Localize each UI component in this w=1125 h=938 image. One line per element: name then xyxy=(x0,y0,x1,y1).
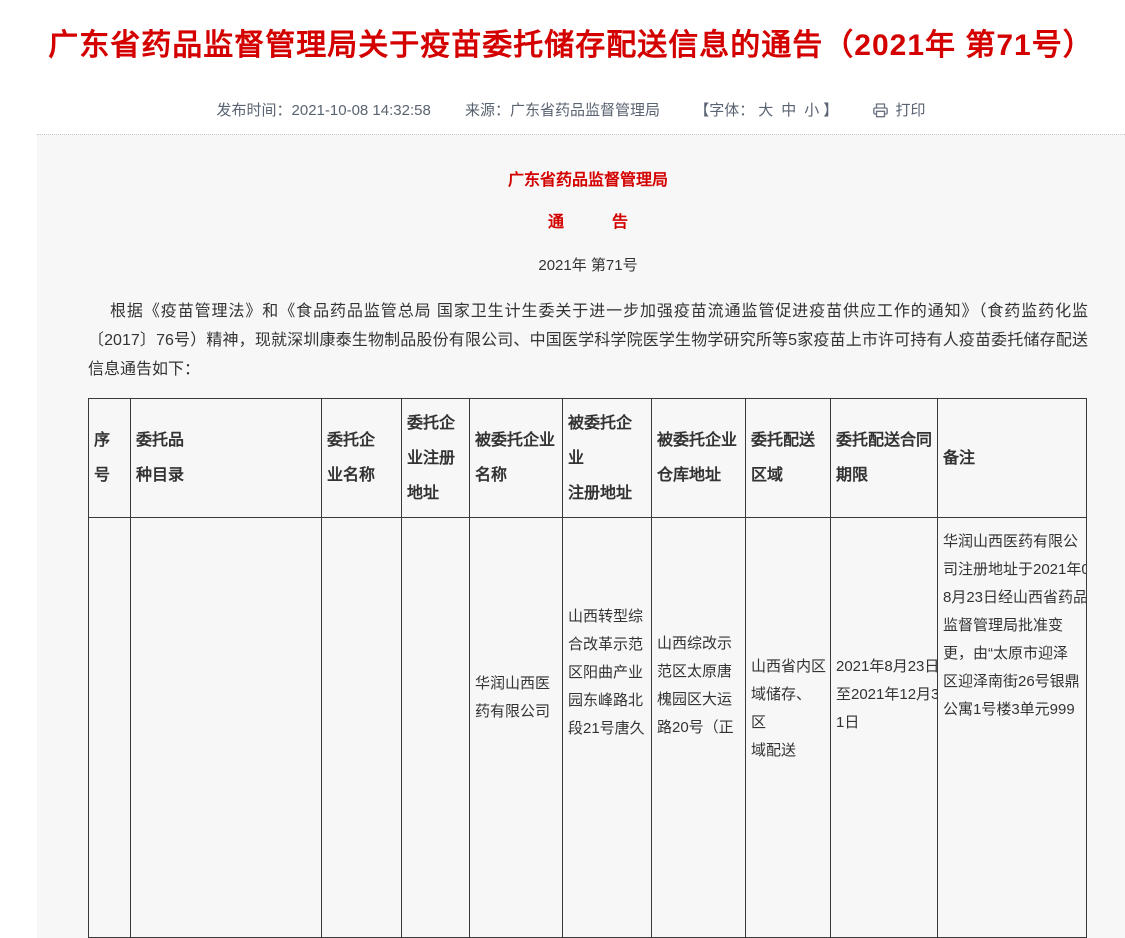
article-header: 广东省药品监督管理局关于疫苗委托储存配送信息的通告（2021年 第71号） 发布… xyxy=(0,0,1125,119)
col-header-trustee-reg-address: 被委托企 业 注册地址 xyxy=(563,399,652,518)
cell-remarks: 华润山西医药有限公 司注册地址于2021年0 8月23日经山西省药品 监督管理局… xyxy=(938,518,1087,938)
intro-paragraph: 根据《疫苗管理法》和《食品药品监管总局 国家卫生计生委关于进一步加强疫苗流通监管… xyxy=(88,297,1088,384)
font-large-link[interactable]: 大 xyxy=(758,102,773,119)
source-label: 来源： xyxy=(465,102,510,119)
col-header-contract-period: 委托配送合同 期限 xyxy=(831,399,938,518)
page-title: 广东省药品监督管理局关于疫苗委托储存配送信息的通告（2021年 第71号） xyxy=(37,26,1105,66)
publish-time-value: 2021-10-08 14:32:58 xyxy=(292,102,431,119)
print-button[interactable]: 打印 xyxy=(872,102,925,119)
doc-number: 2021年 第71号 xyxy=(88,258,1088,273)
source-value: 广东省药品监督管理局 xyxy=(510,102,660,119)
table-row: 华润山西医 药有限公司 山西转型综 合改革示范 区阳曲产业 园东峰路北 段21号… xyxy=(89,518,1087,938)
col-header-remarks: 备注 xyxy=(938,399,1087,518)
notice-type-heading: 通 告 xyxy=(88,215,1088,231)
print-label: 打印 xyxy=(895,102,925,119)
font-small-link[interactable]: 小 xyxy=(804,102,819,119)
meta-bar: 发布时间：2021-10-08 14:32:58 来源：广东省药品监督管理局 【… xyxy=(37,102,1105,119)
col-header-catalog: 委托品 种目录 xyxy=(131,399,322,518)
source: 来源：广东省药品监督管理局 xyxy=(465,103,660,119)
cell-delivery-region: 山西省内区 域储存、区 域配送 xyxy=(746,518,831,938)
table-header-row: 序 号 委托品 种目录 委托企 业名称 委托企 业注册 地址 被委托企业 名称 … xyxy=(89,399,1087,518)
cell-trustee-reg-address: 山西转型综 合改革示范 区阳曲产业 园东峰路北 段21号唐久 xyxy=(563,518,652,938)
col-header-trustee-warehouse: 被委托企业 仓库地址 xyxy=(652,399,746,518)
col-header-client-name: 委托企 业名称 xyxy=(322,399,402,518)
cell-client-reg-address xyxy=(402,518,470,938)
publish-time-label: 发布时间： xyxy=(217,102,292,119)
col-header-trustee-name: 被委托企业 名称 xyxy=(470,399,563,518)
font-control-open: 【字体： xyxy=(694,102,754,119)
col-header-seq: 序 号 xyxy=(89,399,131,518)
cell-contract-period: 2021年8月23日 至2021年12月3 1日 xyxy=(831,518,938,938)
cell-catalog xyxy=(131,518,322,938)
col-header-client-reg-address: 委托企 业注册 地址 xyxy=(402,399,470,518)
agency-name: 广东省药品监督管理局 xyxy=(88,135,1088,189)
vaccine-delegation-table: 序 号 委托品 种目录 委托企 业名称 委托企 业注册 地址 被委托企业 名称 … xyxy=(88,398,1087,938)
publish-time: 发布时间：2021-10-08 14:32:58 xyxy=(217,103,431,119)
col-header-delivery-region: 委托配送 区域 xyxy=(746,399,831,518)
content-panel: 广东省药品监督管理局 通 告 2021年 第71号 根据《疫苗管理法》和《食品药… xyxy=(37,134,1125,938)
cell-client-name xyxy=(322,518,402,938)
cell-trustee-name: 华润山西医 药有限公司 xyxy=(470,518,563,938)
printer-icon xyxy=(872,102,889,118)
article-body: 广东省药品监督管理局 通 告 2021年 第71号 根据《疫苗管理法》和《食品药… xyxy=(37,135,1088,938)
font-medium-link[interactable]: 中 xyxy=(781,102,796,119)
cell-seq xyxy=(89,518,131,938)
font-size-control: 【字体：大中小】 xyxy=(694,103,838,119)
font-control-close: 】 xyxy=(823,102,838,119)
cell-trustee-warehouse: 山西综改示 范区太原唐 槐园区大运 路20号（正 xyxy=(652,518,746,938)
